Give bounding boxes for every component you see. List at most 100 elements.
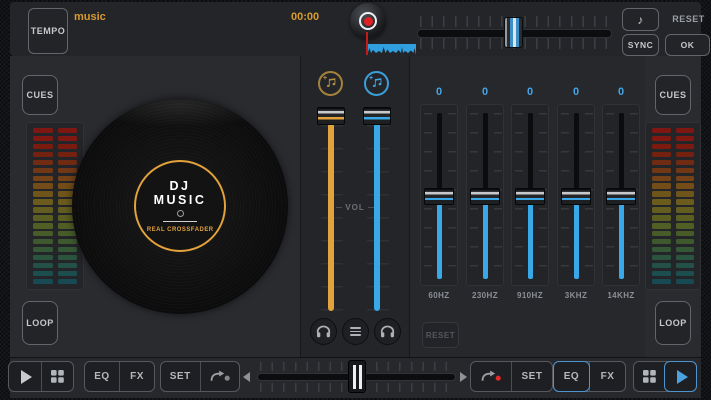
eq-value: 0: [435, 86, 443, 98]
eq-track: [436, 113, 442, 197]
eq-button-left[interactable]: EQ: [85, 362, 119, 391]
eq-band-label: 230HZ: [471, 291, 498, 300]
meter-segment: [57, 254, 77, 261]
vinyl-platter[interactable]: DJ MUSIC REAL CROSSFADER: [72, 98, 288, 314]
set-button-right[interactable]: SET: [511, 362, 552, 391]
cues-button-left[interactable]: CUES: [22, 75, 58, 115]
volume-fader-handle-right[interactable]: [363, 107, 391, 125]
eq-track: [482, 113, 488, 197]
menu-icon: [350, 326, 361, 329]
loop-button-right[interactable]: LOOP: [655, 301, 691, 345]
play-button-left[interactable]: [9, 362, 41, 391]
eq-band-slider-910hz[interactable]: [511, 104, 549, 286]
sync-button[interactable]: SYNC: [622, 34, 659, 56]
curved-arrow-record-icon: [481, 370, 501, 381]
eq-band-slider-14khz[interactable]: [602, 104, 640, 286]
cues-button-right[interactable]: CUES: [655, 75, 691, 115]
vol-dash: [367, 207, 374, 208]
meter-segment: [675, 167, 694, 174]
meter-segment: [33, 254, 53, 261]
meter-segment: [652, 262, 671, 269]
music-note-button[interactable]: ♪: [622, 8, 659, 31]
meter-segment: [652, 135, 671, 142]
set-loop-group-left: SET: [160, 361, 240, 392]
meter-segment: [33, 183, 53, 189]
meter-segment: [652, 128, 671, 134]
meter-segment: [675, 254, 694, 261]
eq-button-right[interactable]: EQ: [553, 361, 590, 392]
tempo-slider-handle[interactable]: [504, 17, 523, 48]
headphone-cue-right-button[interactable]: [374, 318, 401, 345]
meter-segment: [57, 128, 77, 134]
load-track-left-button[interactable]: +: [318, 71, 343, 96]
load-track-right-button[interactable]: +: [364, 71, 389, 96]
eq-band-label: 3KHZ: [564, 291, 588, 300]
meter-segment: [675, 223, 694, 229]
vinyl-label-line2: MUSIC: [153, 193, 207, 207]
eq-slider-handle[interactable]: [470, 188, 500, 205]
meter-segment: [33, 270, 53, 277]
meter-segment: [33, 262, 53, 269]
meter-segment: [57, 246, 77, 253]
music-note-icon: ♪: [637, 12, 644, 27]
fx-button-left[interactable]: FX: [119, 362, 154, 391]
eq-slider-handle[interactable]: [515, 188, 545, 205]
meter-segment: [652, 143, 671, 150]
loop-record-button-left[interactable]: [199, 362, 240, 391]
pads-button-left[interactable]: [40, 362, 74, 391]
crossfader-handle[interactable]: [348, 360, 366, 393]
meter-segment: [57, 231, 77, 237]
loop-record-button-right[interactable]: [471, 362, 511, 391]
eq-reset-button[interactable]: RESET: [422, 322, 459, 348]
eq-track-fill: [436, 197, 442, 279]
eq-track: [618, 113, 624, 197]
label-divider: [163, 221, 197, 222]
meter-segment: [33, 278, 53, 284]
crossfader-nudge-right[interactable]: [460, 372, 467, 382]
meter-segment: [33, 128, 53, 134]
loop-button-left[interactable]: LOOP: [22, 301, 58, 345]
meter-segment: [33, 207, 53, 213]
eq-band-slider-230hz[interactable]: [466, 104, 504, 286]
set-loop-group-right: SET: [470, 361, 553, 392]
playlist-menu-button[interactable]: [342, 318, 369, 345]
volume-fader-track-right[interactable]: [374, 123, 380, 311]
eq-slider-handle[interactable]: [606, 188, 636, 205]
meter-segment: [675, 238, 694, 245]
meter-segment: [33, 246, 53, 253]
meter-segment: [33, 135, 53, 142]
play-button-right[interactable]: [664, 361, 697, 392]
eq-track: [527, 113, 533, 197]
eq-track-fill: [573, 197, 579, 279]
meter-segment: [675, 143, 694, 150]
eq-slider-handle[interactable]: [561, 188, 591, 205]
spindle-hole: [176, 210, 184, 217]
volume-fader-track-left[interactable]: [328, 123, 334, 311]
ok-button[interactable]: OK: [665, 34, 710, 56]
headphone-icon: [380, 325, 395, 338]
tempo-button[interactable]: TEMPO: [28, 8, 68, 54]
pads-button-right[interactable]: [634, 362, 665, 391]
meter-segment: [57, 143, 77, 150]
eq-track-fill: [618, 197, 624, 279]
set-button-left[interactable]: SET: [161, 362, 200, 391]
eq-slider-handle[interactable]: [424, 188, 454, 205]
meter-segment: [652, 159, 671, 166]
meter-segment: [675, 151, 694, 158]
volume-fader-handle-left[interactable]: [317, 107, 345, 125]
eq-track: [573, 113, 579, 197]
meter-segment: [675, 183, 694, 189]
reset-button[interactable]: RESET: [666, 14, 711, 24]
eq-band-slider-60hz[interactable]: [420, 104, 458, 286]
elapsed-time: 00:00: [291, 11, 320, 23]
crossfader-nudge-left[interactable]: [243, 372, 250, 382]
fx-button-right[interactable]: FX: [589, 362, 625, 391]
eq-band-slider-3khz[interactable]: [557, 104, 595, 286]
record-button[interactable]: [350, 3, 386, 39]
eq-value: 0: [481, 86, 489, 98]
headphone-cue-left-button[interactable]: [310, 318, 337, 345]
meter-segment: [675, 215, 694, 221]
record-ring-icon: [359, 12, 377, 30]
meter-segment: [652, 199, 671, 205]
eq-band-label: 60HZ: [428, 291, 450, 300]
